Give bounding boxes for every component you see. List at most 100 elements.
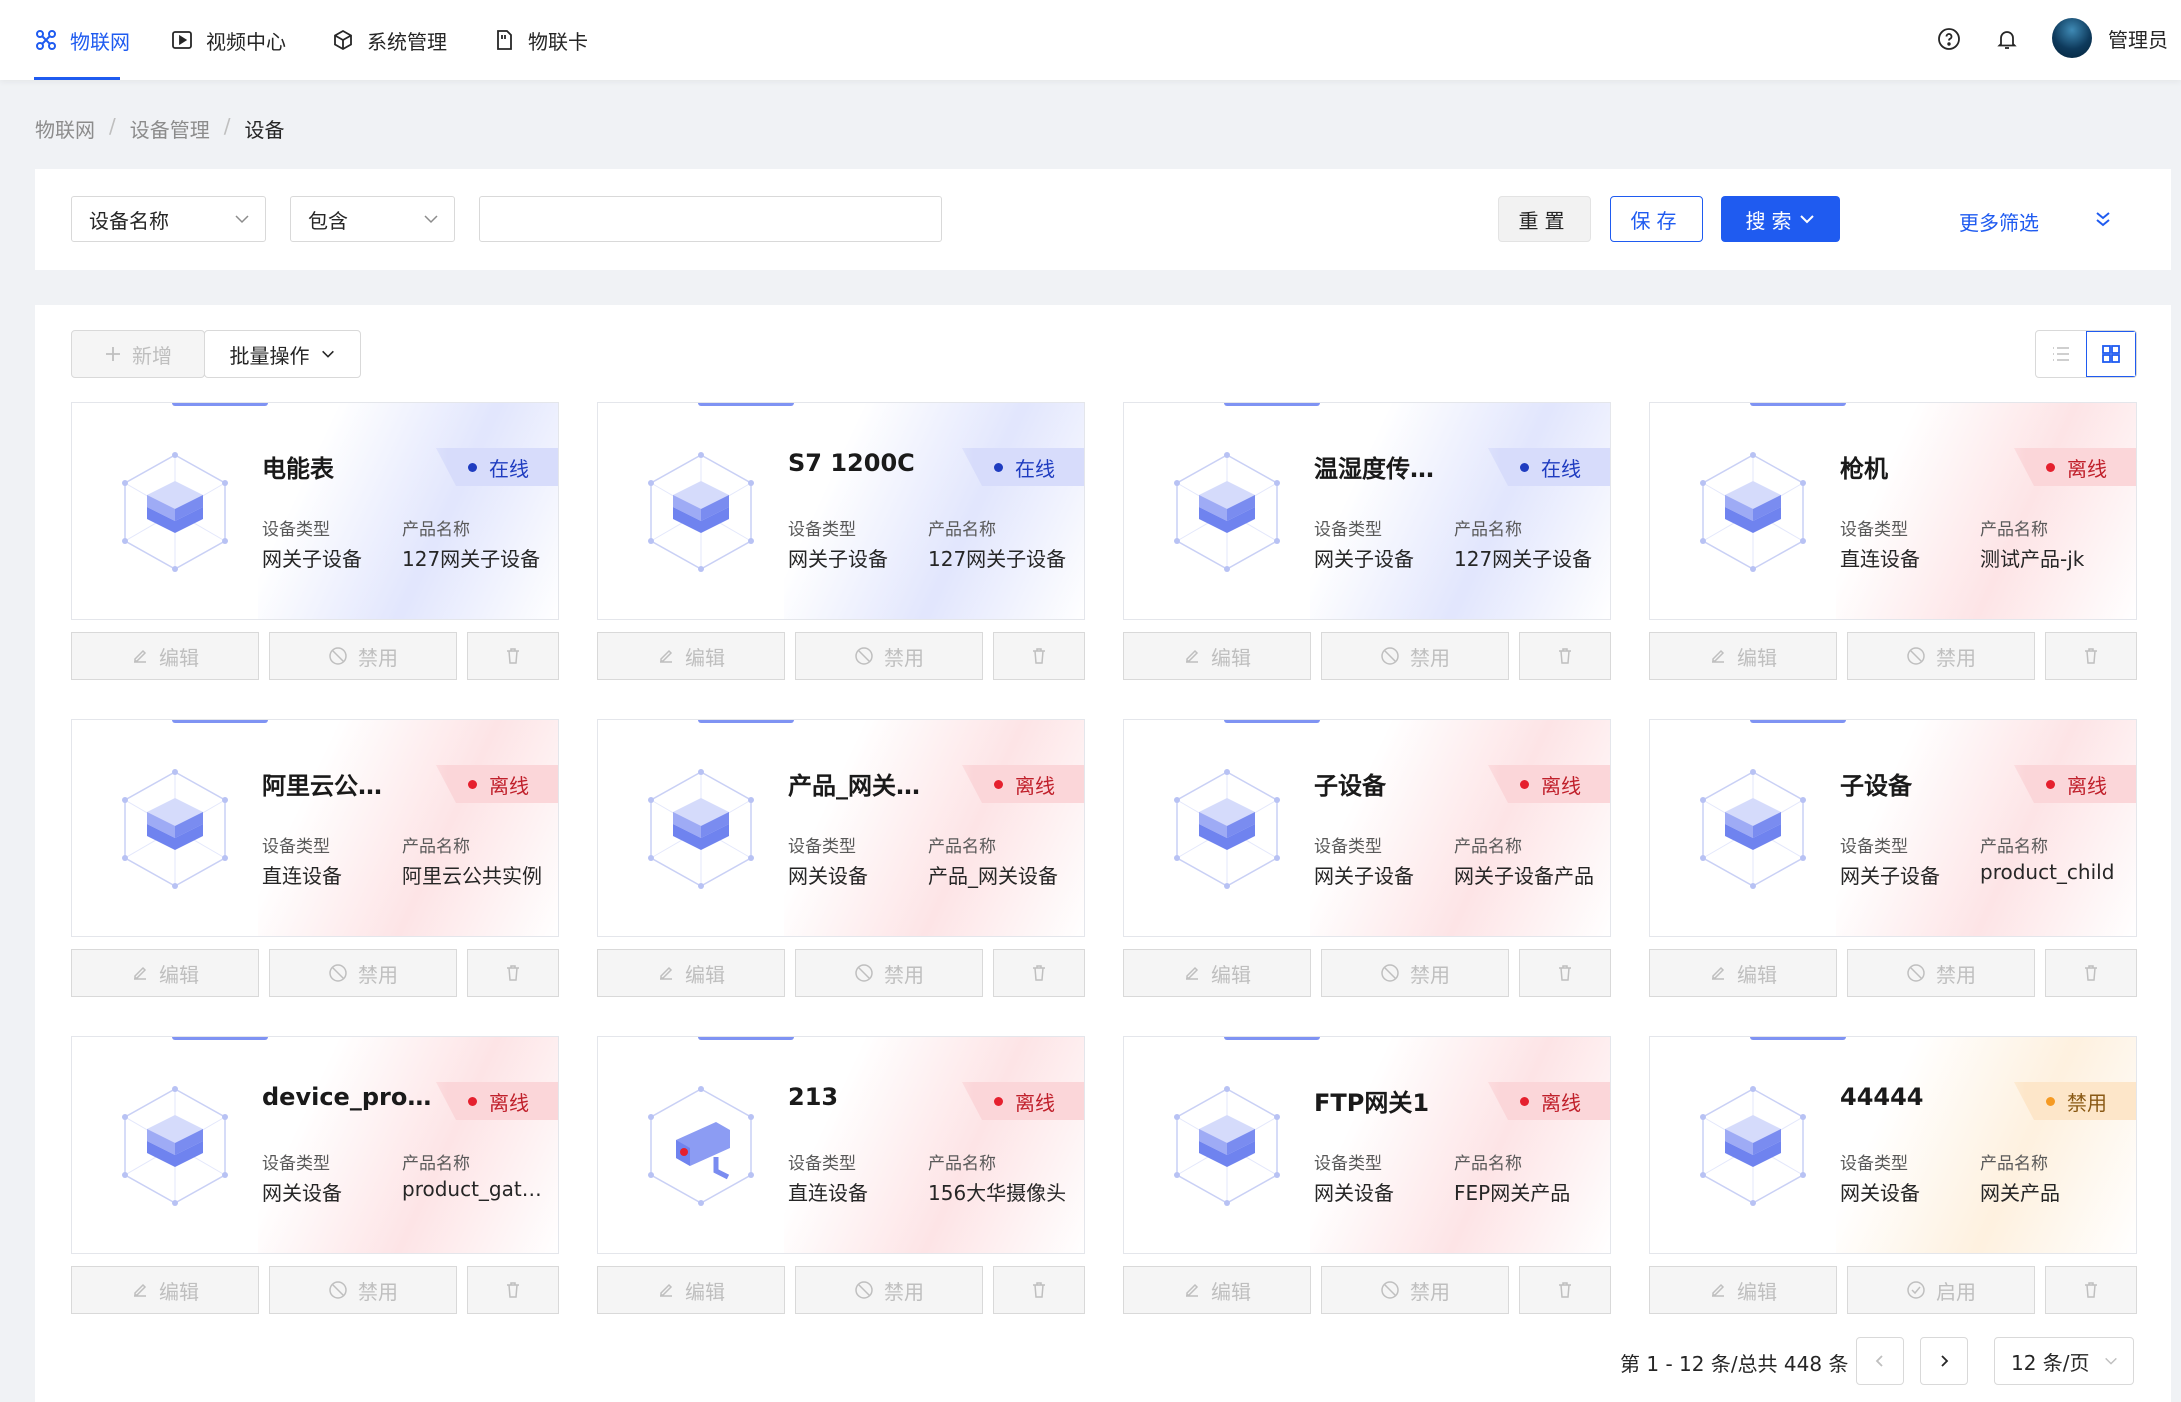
device-card[interactable]: 子设备 离线 设备类型 产品名称 网关子设备 product_child: [1649, 719, 2137, 937]
nav-item-sim[interactable]: 物联卡: [492, 0, 588, 80]
delete-button[interactable]: [993, 949, 1085, 997]
edit-button[interactable]: 编辑: [1123, 632, 1311, 680]
breadcrumb-item[interactable]: 设备管理: [130, 114, 210, 143]
filter-bar: 设备名称 包含 重置 保存 搜索 更多筛选: [35, 169, 2171, 270]
enable-button[interactable]: 启用: [1847, 1266, 2035, 1314]
disable-button[interactable]: 禁用: [269, 632, 457, 680]
reset-button[interactable]: 重置: [1498, 196, 1591, 242]
batch-operation-button[interactable]: 批量操作: [204, 330, 361, 378]
help-icon[interactable]: [1934, 24, 1964, 54]
delete-button[interactable]: [467, 949, 559, 997]
delete-button[interactable]: [2045, 632, 2137, 680]
device-name: 产品_网关设备: [788, 772, 924, 800]
double-chevron-down-icon[interactable]: [2093, 209, 2113, 229]
disable-button[interactable]: 禁用: [795, 1266, 983, 1314]
device-card[interactable]: 枪机 离线 设备类型 产品名称 直连设备 测试产品-jk: [1649, 402, 2137, 620]
device-card[interactable]: device_product 离线 设备类型 产品名称 网关设备 product…: [71, 1036, 559, 1254]
disable-button[interactable]: 禁用: [1847, 632, 2035, 680]
delete-button[interactable]: [993, 1266, 1085, 1314]
next-page-button[interactable]: [1920, 1337, 1968, 1385]
device-card[interactable]: 产品_网关设备 离线 设备类型 产品名称 网关设备 产品_网关设备: [597, 719, 1085, 937]
filter-value-input[interactable]: [479, 196, 942, 242]
device-cube-icon: [122, 452, 228, 572]
nav-item-video[interactable]: 视频中心: [170, 0, 286, 80]
delete-button[interactable]: [1519, 632, 1611, 680]
product-name-value: 156大华摄像头: [928, 1181, 1067, 1205]
delete-button[interactable]: [1519, 1266, 1611, 1314]
edit-button-label: 编辑: [685, 962, 725, 987]
edit-button[interactable]: 编辑: [1123, 1266, 1311, 1314]
disable-button[interactable]: 禁用: [795, 949, 983, 997]
avatar[interactable]: [2052, 18, 2092, 58]
status-text: 离线: [1015, 773, 1055, 798]
more-filters-link[interactable]: 更多筛选: [1959, 207, 2039, 236]
breadcrumb-item[interactable]: 物联网: [35, 114, 95, 143]
nav-item-iot[interactable]: 物联网: [34, 0, 130, 80]
edit-button[interactable]: 编辑: [1649, 1266, 1837, 1314]
delete-button[interactable]: [467, 1266, 559, 1314]
prev-page-button[interactable]: [1856, 1337, 1904, 1385]
edit-button[interactable]: 编辑: [597, 949, 785, 997]
search-button-label: 搜索: [1745, 208, 1798, 233]
device-card[interactable]: 子设备 离线 设备类型 产品名称 网关子设备 网关子设备产品: [1123, 719, 1611, 937]
edit-button[interactable]: 编辑: [71, 632, 259, 680]
device-card[interactable]: 电能表 在线 设备类型 产品名称 网关子设备 127网关子设备: [71, 402, 559, 620]
device-card[interactable]: 44444 禁用 设备类型 产品名称 网关设备 网关产品: [1649, 1036, 2137, 1254]
filter-operator-select[interactable]: 包含: [290, 196, 455, 242]
edit-button[interactable]: 编辑: [71, 949, 259, 997]
page-size-select[interactable]: 12 条/页: [1994, 1337, 2134, 1385]
device-card[interactable]: FTP网关1 离线 设备类型 产品名称 网关设备 FEP网关产品: [1123, 1036, 1611, 1254]
device-name: S7 1200C: [788, 449, 915, 477]
filter-field-select[interactable]: 设备名称: [71, 196, 266, 242]
bell-icon[interactable]: [1992, 24, 2022, 54]
plus-icon: [106, 347, 120, 361]
nav-item-system[interactable]: 系统管理: [331, 0, 447, 80]
status-dot: [1520, 462, 1529, 472]
edit-button[interactable]: 编辑: [1123, 949, 1311, 997]
device-type-value: 网关设备: [1314, 1181, 1394, 1205]
user-name[interactable]: 管理员: [2108, 24, 2168, 53]
disable-button[interactable]: 禁用: [269, 949, 457, 997]
disable-button[interactable]: 禁用: [1321, 1266, 1509, 1314]
device-card[interactable]: 阿里云公共实例 离线 设备类型 产品名称 直连设备 阿里云公共实例: [71, 719, 559, 937]
delete-button[interactable]: [2045, 949, 2137, 997]
edit-button[interactable]: 编辑: [71, 1266, 259, 1314]
status-text: 在线: [1541, 456, 1581, 481]
device-type-value: 网关子设备: [788, 547, 888, 571]
status-dot: [994, 1096, 1003, 1106]
device-type-value: 网关子设备: [1314, 547, 1414, 571]
device-cube-icon: [648, 769, 754, 889]
delete-button[interactable]: [467, 632, 559, 680]
add-button[interactable]: 新增: [71, 330, 205, 378]
search-button[interactable]: 搜索: [1721, 196, 1840, 242]
delete-button[interactable]: [1519, 949, 1611, 997]
delete-button[interactable]: [993, 632, 1085, 680]
edit-button[interactable]: 编辑: [597, 632, 785, 680]
save-button[interactable]: 保存: [1610, 196, 1703, 242]
grid-view-icon[interactable]: [2086, 331, 2136, 377]
status-text: 离线: [1541, 773, 1581, 798]
status-dot: [468, 779, 477, 789]
product-name-label: 产品名称: [402, 520, 470, 540]
list-view-icon[interactable]: [2036, 331, 2086, 377]
device-type-label: 设备类型: [262, 837, 330, 857]
disable-button[interactable]: 禁用: [1321, 949, 1509, 997]
disable-button[interactable]: 禁用: [269, 1266, 457, 1314]
delete-button[interactable]: [2045, 1266, 2137, 1314]
trash-icon: [1033, 1282, 1045, 1298]
edit-button[interactable]: 编辑: [1649, 949, 1837, 997]
edit-button[interactable]: 编辑: [597, 1266, 785, 1314]
edit-button[interactable]: 编辑: [1649, 632, 1837, 680]
disable-button[interactable]: 禁用: [1321, 632, 1509, 680]
disable-button[interactable]: 禁用: [795, 632, 983, 680]
device-card[interactable]: 温湿度传感器 在线 设备类型 产品名称 网关子设备 127网关子设备: [1123, 402, 1611, 620]
status-dot: [468, 462, 477, 472]
device-type-value: 网关设备: [262, 1181, 342, 1205]
enable-button-label: 启用: [1936, 1279, 1976, 1304]
trash-icon: [1559, 965, 1571, 981]
disable-button[interactable]: 禁用: [1847, 949, 2035, 997]
device-card[interactable]: 213 离线 设备类型 产品名称 直连设备 156大华摄像头: [597, 1036, 1085, 1254]
ban-icon: [1381, 647, 1399, 665]
device-card[interactable]: S7 1200C 在线 设备类型 产品名称 网关子设备 127网关子设备: [597, 402, 1085, 620]
chevron-down-icon: [2105, 1357, 2117, 1365]
